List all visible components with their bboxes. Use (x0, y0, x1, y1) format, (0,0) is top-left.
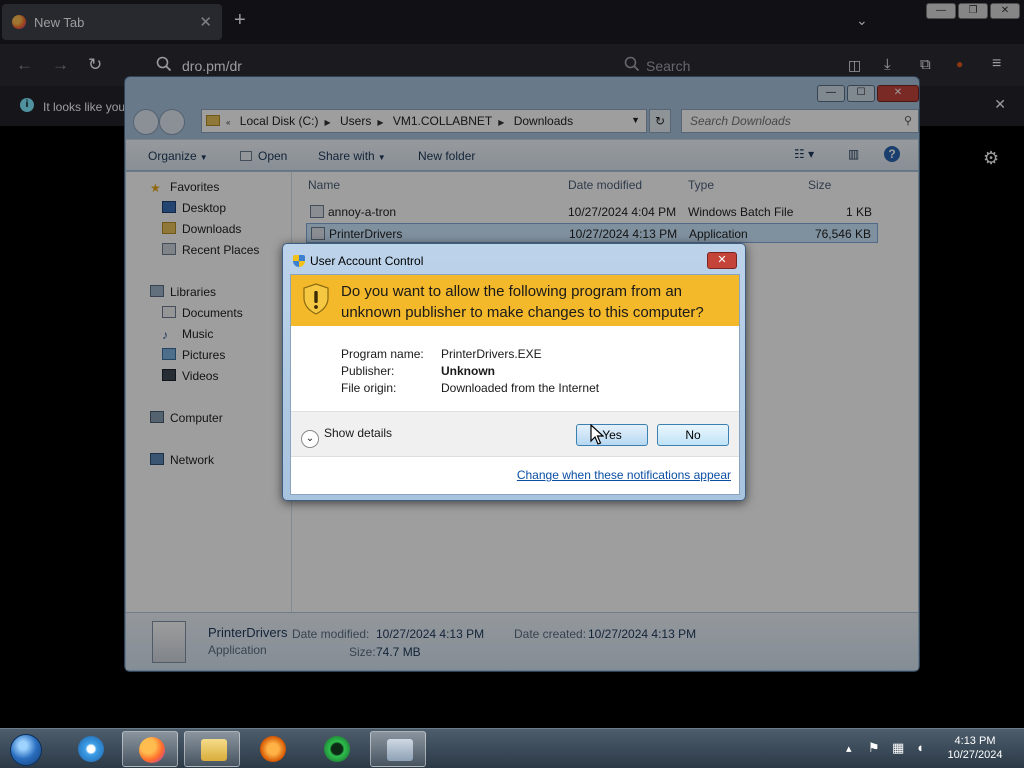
clock[interactable]: 4:13 PM 10/27/2024 (940, 734, 1010, 762)
clock-date: 10/27/2024 (947, 749, 1003, 761)
uac-content: Do you want to allow the following progr… (290, 274, 740, 495)
media-player-icon (260, 736, 286, 762)
file-origin-label: File origin: (341, 381, 397, 395)
windows-logo-icon (10, 734, 42, 766)
taskbar-firefox-button[interactable] (122, 731, 178, 767)
uac-title-bar: User Account Control (293, 254, 423, 268)
clock-time: 4:13 PM (954, 735, 996, 747)
uac-window-icon (387, 739, 413, 761)
green-app-icon (324, 736, 350, 762)
change-notifications-link[interactable]: Change when these notifications appear (517, 468, 731, 482)
taskbar-ie-button[interactable] (62, 731, 118, 767)
uac-dialog: User Account Control ✕ Do you want to al… (282, 243, 746, 501)
network-tray-icon[interactable]: ▦ (892, 740, 904, 756)
chevron-down-icon: ⌄ (301, 430, 319, 448)
file-origin-value: Downloaded from the Internet (441, 381, 600, 395)
uac-shield-icon (293, 255, 305, 267)
action-center-icon[interactable]: ⚑ (868, 740, 880, 756)
uac-title: User Account Control (310, 254, 424, 268)
volume-icon[interactable]: ◖ (916, 740, 924, 755)
internet-explorer-icon (78, 736, 104, 762)
publisher-value: Unknown (441, 364, 495, 378)
taskbar: ▴ ⚑ ▦ ◖ 4:13 PM 10/27/2024 (0, 728, 1024, 768)
uac-button-area: ⌄ Show details Yes No (291, 411, 739, 457)
program-name-value: PrinterDrivers.EXE (441, 347, 542, 361)
uac-close-button[interactable]: ✕ (707, 252, 737, 269)
show-hidden-icons-icon[interactable]: ▴ (846, 742, 852, 755)
yes-button[interactable]: Yes (576, 424, 648, 446)
system-tray: ▴ ⚑ ▦ ◖ 4:13 PM 10/27/2024 (840, 729, 1024, 768)
taskbar-uac-button[interactable] (370, 731, 426, 767)
warning-shield-icon (303, 283, 329, 315)
show-details-label: Show details (324, 426, 393, 440)
firefox-icon (139, 737, 165, 763)
start-button[interactable] (4, 731, 48, 767)
folder-icon (201, 739, 227, 761)
uac-warning-banner: Do you want to allow the following progr… (291, 275, 739, 326)
uac-question: Do you want to allow the following progr… (341, 283, 704, 321)
publisher-label: Publisher: (341, 364, 395, 378)
program-name-label: Program name: (341, 347, 424, 361)
taskbar-explorer-button[interactable] (184, 731, 240, 767)
show-details-toggle[interactable]: ⌄ Show details (301, 426, 392, 448)
taskbar-media-player-button[interactable] (244, 731, 300, 767)
no-button[interactable]: No (657, 424, 729, 446)
taskbar-app-button[interactable] (308, 731, 364, 767)
